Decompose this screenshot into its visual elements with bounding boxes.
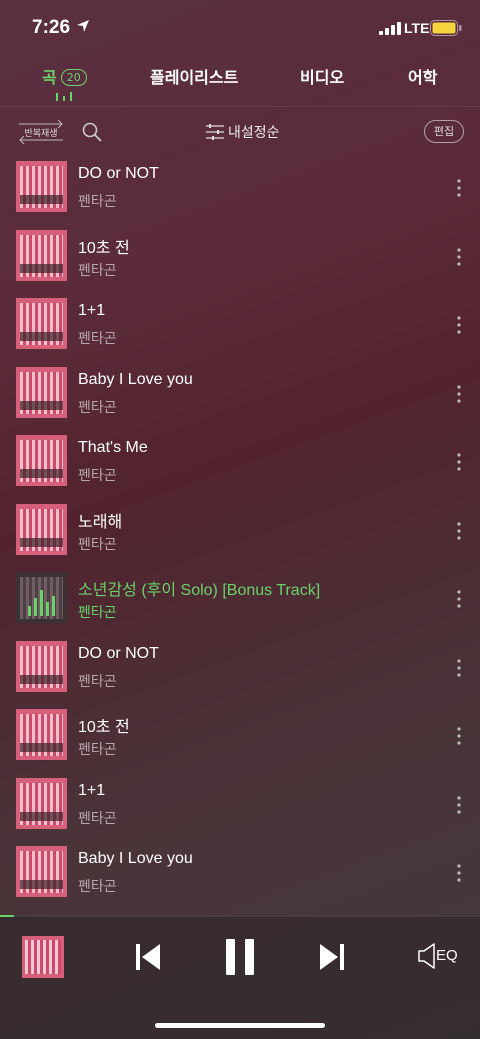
status-time: 7:26 [32,17,71,38]
song-row[interactable]: 1+1 펜타곤 [0,291,480,360]
album-art [16,161,67,212]
pause-icon[interactable] [224,938,256,976]
song-artist: 펜타곤 [78,605,117,621]
location-arrow-icon [77,20,89,32]
tab-label: 곡 [42,68,57,87]
song-artist: 펜타곤 [78,742,117,758]
song-title: That's Me [78,439,148,456]
song-artist: 펜타곤 [78,262,117,279]
song-artist: 펜타곤 [78,879,117,895]
more-options-icon[interactable] [454,521,464,541]
battery-icon [430,20,462,36]
speaker-icon [418,943,435,969]
song-row[interactable]: DO or NOT 펜타곤 [0,634,480,703]
song-title: 노래해 [78,513,123,531]
sort-sliders-icon [206,124,224,140]
song-row[interactable]: 노래해펜타곤 [0,497,480,566]
cellular-signal-icon [379,22,401,35]
song-artist: 펜타곤 [78,194,117,210]
repeat-label: 반복재생 [24,129,58,139]
list-toolbar: 반복재생 내설정순 편집 [0,110,480,154]
category-tabs: 곡 20 플레이리스트 비디오 어학 [0,56,480,108]
more-options-icon[interactable] [454,658,464,678]
more-options-icon[interactable] [454,863,464,883]
previous-track-icon[interactable] [134,942,162,972]
song-title: Baby I Love you [78,370,193,388]
song-row[interactable]: 1+1 펜타곤 [0,771,480,840]
song-artist: 펜타곤 [78,399,117,416]
song-title: 소년감성 (후이 Solo) [Bonus Track] [78,582,321,599]
tab-playlists[interactable]: 플레이리스트 [150,64,238,88]
song-title: DO or NOT [78,644,159,662]
sort-button[interactable]: 내설정순 [206,122,280,142]
eq-button[interactable]: EQ [416,939,462,973]
song-artist: 펜타곤 [78,810,117,827]
album-art [16,572,67,623]
more-options-icon[interactable] [454,315,464,335]
tab-language[interactable]: 어학 [408,64,437,88]
song-row[interactable]: 10초 전펜타곤 [0,702,480,771]
song-row[interactable]: Baby I Love you 펜타곤 [0,839,480,908]
mini-player: EQ [0,915,480,1039]
song-row-playing[interactable]: 소년감성 (후이 Solo) [Bonus Track] 펜타곤 [0,565,480,634]
repeat-button[interactable]: 반복재생 [16,119,66,145]
home-indicator [155,1023,325,1028]
song-title: 10초 전 [78,719,130,736]
more-options-icon[interactable] [454,178,464,198]
song-row[interactable]: 10초 전펜타곤 [0,223,480,292]
song-row[interactable]: Baby I Love you 펜타곤 [0,360,480,429]
more-options-icon[interactable] [454,795,464,815]
album-art [16,640,67,692]
song-artist: 펜타곤 [78,468,117,484]
album-art [16,503,67,555]
album-art [16,709,67,760]
song-title: 1+1 [78,781,106,799]
next-track-icon[interactable] [318,942,346,972]
sort-label: 내설정순 [228,125,280,141]
edit-button[interactable]: 편집 [424,120,464,143]
album-art [16,777,67,829]
album-art [16,846,67,897]
now-playing-bars-icon [56,92,72,101]
album-art [16,435,67,486]
more-options-icon[interactable] [454,726,464,746]
status-bar: 7:26 LTE [0,0,480,56]
song-artist: 펜타곤 [78,673,117,690]
song-title: DO or NOT [78,165,159,182]
playback-progress-bar[interactable] [0,915,480,917]
song-artist: 펜타곤 [78,536,117,553]
album-art [16,366,67,418]
song-title: 1+1 [78,302,106,319]
more-options-icon[interactable] [454,247,464,267]
song-list: DO or NOT 펜타곤 10초 전 펜타곤 1+1 펜타곤 Baby I Love yo… [0,154,480,908]
eq-label: EQ [436,947,458,964]
playing-visualizer-icon [28,590,55,616]
search-icon[interactable] [82,122,102,142]
song-row[interactable]: That's Me 펜타곤 [0,428,480,497]
more-options-icon[interactable] [454,384,464,404]
now-playing-album-art[interactable] [22,936,64,978]
album-art [16,298,67,349]
song-count-badge: 20 [60,69,87,86]
more-options-icon[interactable] [454,589,464,609]
song-title: Baby I Love you [78,850,193,867]
tab-songs[interactable]: 곡 20 [42,64,87,88]
song-title: 10초 전 [78,239,130,257]
tab-videos[interactable]: 비디오 [300,64,344,88]
progress-fill [0,915,15,917]
album-art [16,229,67,281]
network-type: LTE [404,20,430,36]
song-row[interactable]: DO or NOT 펜타곤 [0,154,480,223]
divider [0,106,480,107]
more-options-icon[interactable] [454,452,464,472]
song-artist: 펜타곤 [78,331,117,347]
